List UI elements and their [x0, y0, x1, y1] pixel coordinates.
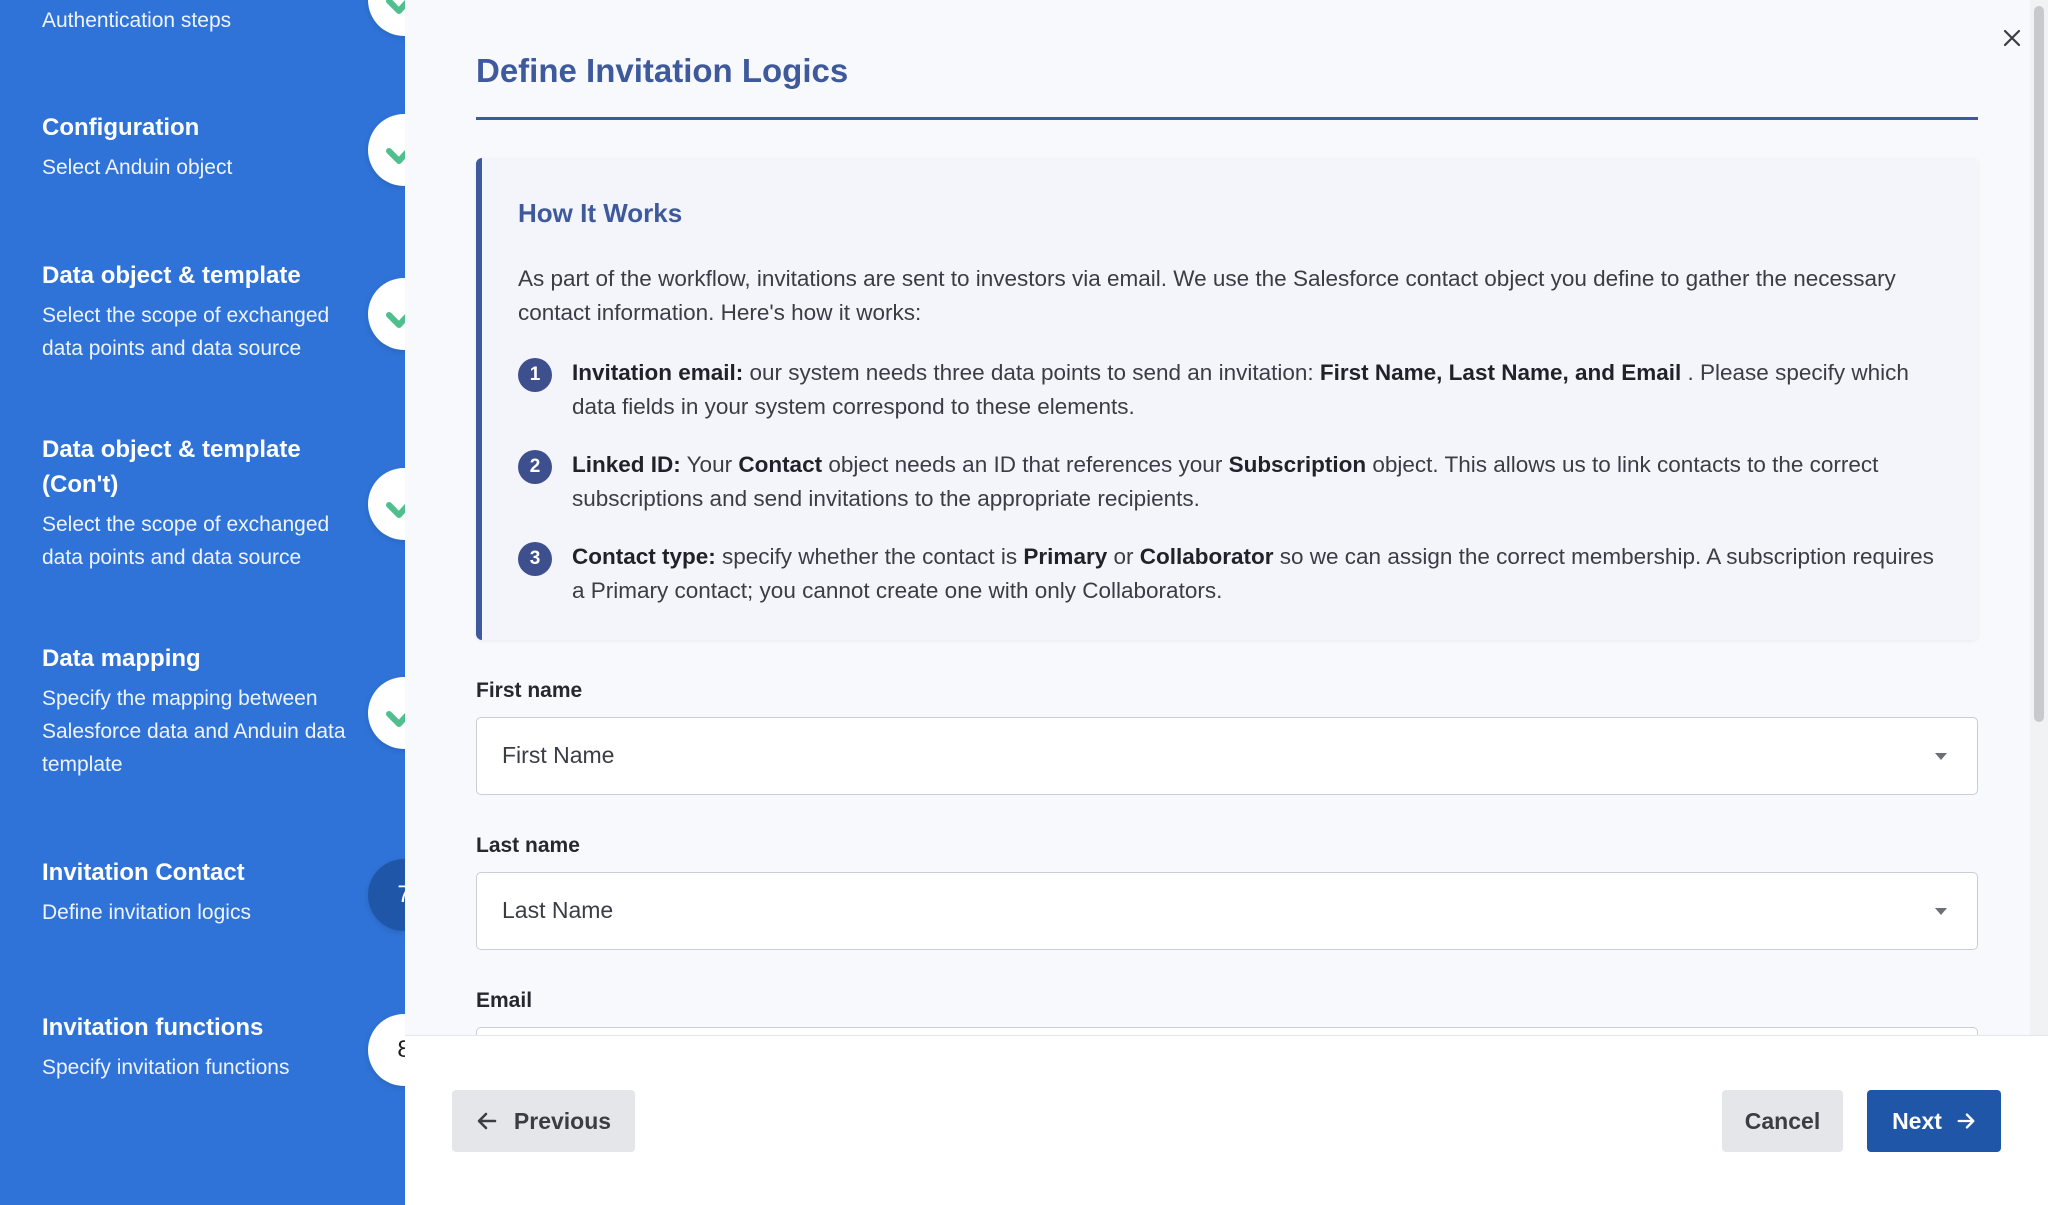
arrow-right-icon — [1957, 1113, 1975, 1129]
last-name-label: Last name — [476, 834, 580, 857]
step-subtitle: Authentication steps — [42, 9, 232, 32]
step-title: Configuration — [42, 114, 200, 141]
step-title: Invitation Contact — [42, 859, 245, 886]
step-invitation-functions[interactable]: Invitation functions Specify invitation … — [42, 1010, 362, 1084]
step-subtitle: Specify invitation functions — [42, 1056, 290, 1079]
how-it-works-title: How It Works — [518, 198, 683, 228]
item-number-badge: 2 — [518, 450, 552, 484]
step-title: Data object & template — [42, 262, 301, 289]
title-divider — [476, 117, 1978, 120]
item-emphasis: First Name, Last Name, and Email — [1319, 360, 1682, 385]
item-text: Your — [680, 452, 739, 477]
step-subtitle: Specify the mapping between Salesforce d… — [42, 687, 346, 776]
step-title: Data object & template (Con't) — [42, 436, 301, 498]
close-icon — [2003, 29, 2021, 47]
item-text: or — [1107, 544, 1140, 569]
step-subtitle: Select Anduin object — [42, 156, 233, 179]
vertical-scrollbar[interactable] — [2030, 0, 2048, 1035]
step-data-mapping[interactable]: Data mapping Specify the mapping between… — [42, 641, 362, 781]
step-title: Data mapping — [42, 645, 201, 672]
last-name-select[interactable]: Last Name — [476, 872, 1978, 950]
item-emphasis: Subscription — [1228, 452, 1367, 477]
step-subtitle: Define invitation logics — [42, 901, 251, 924]
select-value: Last Name — [502, 897, 614, 923]
how-it-works-item: 1 Invitation email: our system needs thr… — [518, 356, 1948, 424]
item-label: Linked ID: — [572, 452, 681, 477]
page-title: Define Invitation Logics — [476, 52, 849, 89]
first-name-select[interactable]: First Name — [476, 717, 1978, 795]
how-it-works-panel: How It Works As part of the workflow, in… — [476, 158, 1978, 640]
cancel-button[interactable]: Cancel — [1722, 1090, 1843, 1152]
next-label: Next — [1892, 1107, 1942, 1134]
item-emphasis: Collaborator — [1139, 544, 1274, 569]
item-text: specify whether the contact is — [715, 544, 1024, 569]
item-emphasis: Contact — [738, 452, 823, 477]
cancel-label: Cancel — [1744, 1107, 1821, 1134]
how-it-works-item: 3 Contact type: specify whether the cont… — [518, 540, 1948, 608]
step-data-object-template[interactable]: Data object & template Select the scope … — [42, 258, 362, 365]
step-data-object-template-cont[interactable]: Data object & template (Con't) Select th… — [42, 432, 362, 574]
item-number-badge: 3 — [518, 542, 552, 576]
item-emphasis: Primary — [1023, 544, 1108, 569]
item-label: Contact type: — [572, 544, 716, 569]
step-invitation-contact[interactable]: Invitation Contact Define invitation log… — [42, 855, 362, 929]
previous-button[interactable]: Previous — [452, 1090, 635, 1152]
step-configuration[interactable]: Configuration Select Anduin object — [42, 110, 362, 184]
close-button[interactable] — [2000, 26, 2024, 50]
item-label: Invitation email: — [572, 360, 744, 385]
previous-label: Previous — [513, 1107, 612, 1134]
item-number-badge: 1 — [518, 358, 552, 392]
email-label: Email — [476, 989, 533, 1012]
chevron-down-icon — [1935, 753, 1947, 760]
step-authentication: Authentication steps — [42, 4, 362, 37]
item-text: object needs an ID that references your — [822, 452, 1229, 477]
scrollbar-thumb[interactable] — [2034, 6, 2044, 722]
select-value: First Name — [502, 742, 615, 768]
how-it-works-intro: As part of the workflow, invitations are… — [518, 266, 1896, 325]
step-title: Invitation functions — [42, 1014, 264, 1041]
how-it-works-item: 2 Linked ID: Your Contact object needs a… — [518, 448, 1948, 516]
step-subtitle: Select the scope of exchanged data point… — [42, 513, 330, 569]
next-button[interactable]: Next — [1867, 1090, 2001, 1152]
arrow-left-icon — [477, 1112, 497, 1130]
chevron-down-icon — [1935, 908, 1947, 915]
wizard-sidebar: Authentication steps Configuration Selec… — [0, 0, 440, 1205]
first-name-label: First name — [476, 679, 583, 702]
step-subtitle: Select the scope of exchanged data point… — [42, 304, 330, 360]
item-text: our system needs three data points to se… — [743, 360, 1320, 385]
